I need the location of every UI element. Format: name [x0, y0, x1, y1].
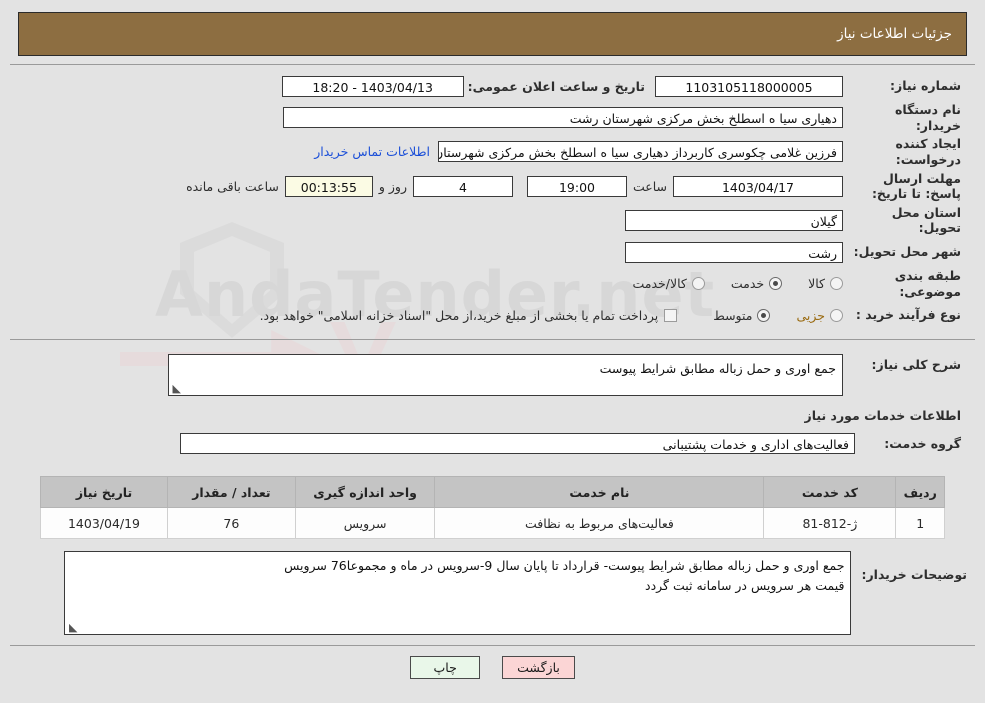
row-city: شهر محل تحویل: رشت [24, 239, 961, 265]
need-number-field[interactable]: 1103105118000005 [655, 75, 843, 97]
public-announce-label: تاریخ و ساعت اعلان عمومی: [467, 78, 645, 94]
process-option-jozei[interactable]: جزیی [796, 308, 843, 323]
description-textarea[interactable]: جمع اوری و حمل زباله مطابق شرایط پیوست ◣ [168, 354, 843, 397]
radio-icon[interactable] [830, 277, 843, 291]
cell-quantity: 76 [167, 507, 296, 540]
page-header: جزئیات اطلاعات نیاز [18, 12, 967, 56]
description-label: شرح کلی نیاز: [871, 357, 961, 373]
row-province: استان محل تحویل: گیلان [24, 205, 961, 236]
category-radio-group: کالا خدمت کالا/خدمت [606, 276, 843, 291]
process-option-motavaset[interactable]: متوسط [713, 307, 771, 323]
city-label: شهر محل تحویل: [853, 244, 961, 260]
buyer-notes-label: توضیحات خریدار: [861, 567, 967, 583]
items-table-wrapper: ردیف کد خدمت نام خدمت واحد اندازه گیری ت… [10, 476, 975, 540]
category-option-label: خدمت [730, 276, 765, 292]
buyer-notes-row: توضیحات خریدار: جمع اوری و حمل زباله مطا… [10, 551, 975, 636]
buyer-notes-textarea[interactable]: جمع اوری و حمل زباله مطابق شرایط پیوست- … [64, 551, 852, 636]
row-description: شرح کلی نیاز: جمع اوری و حمل زباله مطابق… [24, 354, 961, 397]
category-option-label: کالا [808, 276, 825, 292]
buyer-contact-link[interactable]: اطلاعات تماس خریدار [314, 144, 438, 159]
service-group-label: گروه خدمت: [884, 436, 961, 452]
resize-grip-icon[interactable]: ◣ [171, 383, 181, 394]
radio-icon[interactable] [757, 308, 771, 322]
column-header-date: تاریخ نیاز [40, 476, 168, 509]
cell-service-name: فعالیت‌های مربوط به نظافت [434, 507, 765, 540]
cell-row-index: 1 [895, 507, 945, 540]
remaining-timer-field: 00:13:55 [284, 175, 373, 197]
deadline-date-field[interactable]: 1403/04/17 [673, 175, 843, 197]
cell-service-code: ژ-812-81 [763, 507, 897, 540]
city-field[interactable]: رشت [625, 241, 843, 263]
deadline-label: مهلت ارسال پاسخ: تا تاریخ: [871, 170, 961, 202]
description-text: جمع اوری و حمل زباله مطابق شرایط پیوست [599, 361, 836, 377]
page-title: جزئیات اطلاعات نیاز [837, 26, 952, 42]
province-label: استان محل تحویل: [891, 204, 961, 236]
category-option-khedmat[interactable]: خدمت [730, 276, 783, 292]
public-announce-field[interactable]: 1403/04/13 - 18:20 [281, 75, 464, 97]
buyer-notes-line-1: جمع اوری و حمل زباله مطابق شرایط پیوست- … [284, 558, 845, 574]
deadline-time-field[interactable]: 19:00 [526, 175, 627, 197]
resize-grip-icon[interactable]: ◣ [67, 622, 77, 633]
column-header-row: ردیف [895, 476, 945, 509]
items-table: ردیف کد خدمت نام خدمت واحد اندازه گیری ت… [40, 476, 945, 540]
cell-need-date: 1403/04/19 [40, 507, 168, 540]
services-section-title: اطلاعات خدمات مورد نیاز [804, 408, 962, 424]
column-header-quantity: تعداد / مقدار [167, 476, 296, 509]
service-group-field[interactable]: فعالیت‌های اداری و خدمات پشتیبانی [180, 433, 855, 455]
creator-field[interactable]: فرزین غلامی چکوسری کاربرداز دهیاری سیا ه… [438, 141, 843, 163]
process-label: نوع فرآیند خرید : [855, 307, 961, 323]
radio-icon[interactable] [769, 277, 783, 291]
category-option-label: کالا/خدمت [632, 276, 687, 292]
treasury-checkbox-group[interactable]: پرداخت تمام یا بخشی از مبلغ خرید،از محل … [260, 308, 678, 323]
need-number-label: شماره نیاز: [890, 78, 961, 94]
remaining-suffix-label: ساعت باقی مانده [186, 178, 279, 194]
row-buyer-org: نام دستگاه خریدار: دهیاری سیا ه اسطلخ بخ… [24, 102, 961, 133]
column-header-code: کد خدمت [763, 476, 897, 509]
remaining-days-field[interactable]: 4 [412, 175, 513, 197]
process-option-label: جزیی [796, 307, 825, 323]
radio-icon[interactable] [691, 277, 705, 291]
buyer-notes-line-2: قیمت هر سرویس در سامانه ثبت گردد [645, 578, 845, 594]
process-radio-group: جزیی متوسط [687, 308, 843, 323]
days-and-label: روز و [378, 178, 407, 194]
row-category: طبقه بندی موضوعی: کالا خدمت کالا/خدمت [24, 268, 961, 299]
back-button[interactable]: بازگشت [502, 656, 575, 680]
print-button[interactable]: چاپ [410, 656, 481, 680]
table-header-row: ردیف کد خدمت نام خدمت واحد اندازه گیری ت… [40, 476, 945, 509]
row-process: نوع فرآیند خرید : جزیی متوسط پرداخت تمام… [24, 302, 961, 328]
row-deadline: مهلت ارسال پاسخ: تا تاریخ: 1403/04/17 سا… [24, 171, 961, 202]
footer-bar: بازگشت چاپ [10, 645, 975, 691]
deadline-hour-label: ساعت [632, 178, 667, 194]
radio-icon[interactable] [830, 308, 843, 322]
treasury-checkbox-label: پرداخت تمام یا بخشی از مبلغ خرید،از محل … [259, 307, 659, 323]
creator-label: ایجاد کننده درخواست: [895, 136, 961, 167]
description-panel: شرح کلی نیاز: جمع اوری و حمل زباله مطابق… [10, 344, 975, 466]
column-header-name: نام خدمت [434, 476, 765, 509]
buyer-org-field[interactable]: دهیاری سیا ه اسطلخ بخش مرکزی شهرستان رشت [283, 107, 843, 129]
category-option-kala-khedmat[interactable]: کالا/خدمت [632, 276, 705, 292]
category-option-kala[interactable]: کالا [808, 276, 843, 291]
buyer-org-label: نام دستگاه خریدار: [894, 102, 961, 133]
row-need-number: شماره نیاز: 1103105118000005 تاریخ و ساع… [24, 73, 961, 99]
process-option-label: متوسط [713, 307, 753, 323]
row-creator: ایجاد کننده درخواست: فرزین غلامی چکوسری … [24, 136, 961, 167]
table-row: 1 ژ-812-81 فعالیت‌های مربوط به نظافت سرو… [40, 507, 945, 540]
checkbox-icon[interactable] [664, 308, 678, 322]
column-header-unit: واحد اندازه گیری [294, 476, 436, 509]
cell-unit: سرویس [294, 507, 436, 540]
row-service-group: گروه خدمت: فعالیت‌های اداری و خدمات پشتی… [24, 433, 961, 455]
category-label: طبقه بندی موضوعی: [894, 268, 961, 299]
need-info-panel: شماره نیاز: 1103105118000005 تاریخ و ساع… [10, 64, 975, 341]
province-field[interactable]: گیلان [625, 209, 843, 231]
